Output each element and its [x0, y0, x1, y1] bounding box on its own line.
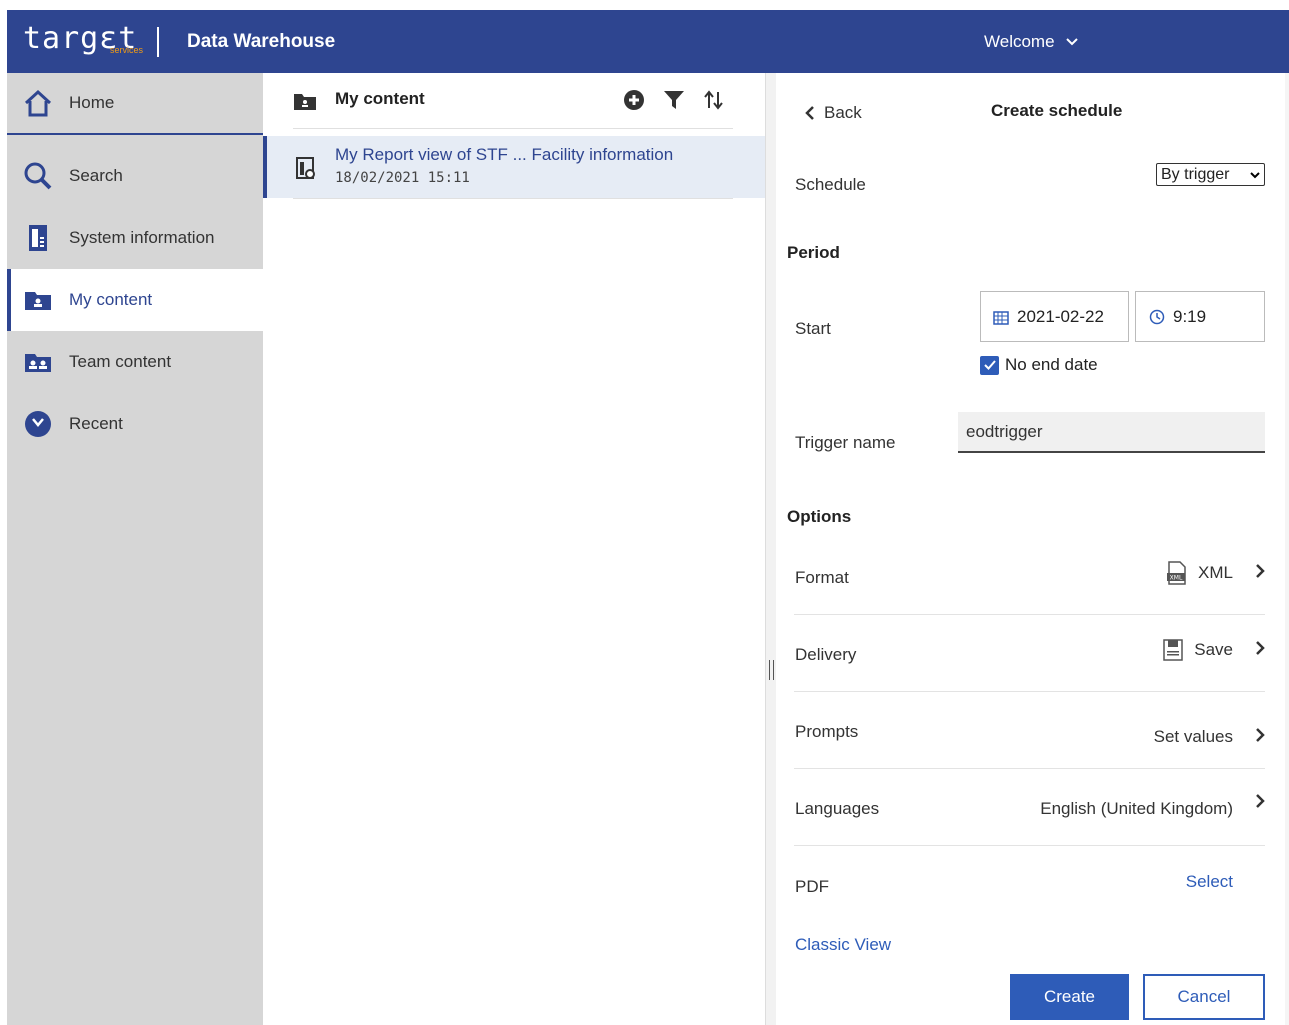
- list-item-date: 18/02/2021 15:11: [335, 170, 470, 186]
- folder-icon: [294, 94, 316, 110]
- splitter-grip[interactable]: [769, 660, 774, 680]
- period-heading: Period: [787, 243, 840, 262]
- list-item-name: My Report view of STF ... Facility infor…: [335, 145, 674, 164]
- calendar-icon: [993, 310, 1009, 325]
- start-time-value: 9:19: [1173, 306, 1207, 326]
- divider: [293, 198, 733, 199]
- chevron-right-icon: [1256, 564, 1265, 578]
- checkbox[interactable]: [980, 355, 999, 375]
- svg-text:XML: XML: [1170, 575, 1183, 582]
- panel-title: Create schedule: [991, 101, 1123, 120]
- sort-icon[interactable]: [703, 89, 725, 111]
- pane-splitter[interactable]: [765, 73, 776, 1025]
- delivery-value-label: Save: [1194, 640, 1233, 659]
- content-list-actions: [623, 89, 725, 111]
- no-end-date-label: No end date: [1005, 355, 1098, 374]
- recent-icon: [23, 409, 53, 439]
- schedule-select-value: By trigger: [1161, 165, 1230, 183]
- xml-file-icon: XML: [1167, 561, 1186, 585]
- classic-view-link[interactable]: Classic View: [795, 935, 891, 955]
- format-label: Format: [795, 568, 849, 587]
- trigger-name-label: Trigger name: [795, 433, 896, 452]
- format-option[interactable]: Format XML XML: [794, 538, 1265, 615]
- sidebar-item-recent[interactable]: Recent: [7, 393, 263, 455]
- add-icon[interactable]: [623, 89, 645, 111]
- languages-value: English (United Kingdom): [1040, 799, 1233, 818]
- save-icon: [1163, 639, 1183, 661]
- team-content-icon: [23, 347, 53, 377]
- logo-divider: [157, 27, 159, 57]
- content-list-title: My content: [335, 89, 425, 108]
- pdf-option: PDF Select: [794, 846, 1265, 923]
- chevron-right-icon: [1256, 728, 1265, 742]
- scrollbar[interactable]: [1285, 73, 1289, 1025]
- list-item[interactable]: My Report view of STF ... Facility infor…: [263, 136, 765, 198]
- logo-subtitle: services: [110, 45, 144, 55]
- back-label: Back: [824, 103, 862, 122]
- app-title: Data Warehouse: [187, 31, 336, 52]
- prompts-value: Set values: [1153, 727, 1233, 746]
- report-view-icon: [296, 157, 315, 179]
- app-window: targεt services Data Warehouse Welcome H…: [7, 10, 1289, 1025]
- sidebar-item-label: My content: [69, 290, 153, 309]
- sidebar-item-system-information[interactable]: System information: [7, 207, 263, 269]
- format-value: XML XML: [1166, 561, 1233, 585]
- chevron-down-icon: [1065, 38, 1078, 46]
- schedule-label: Schedule: [795, 175, 866, 194]
- welcome-menu[interactable]: Welcome: [984, 32, 1079, 52]
- prompts-option[interactable]: Prompts Set values: [794, 692, 1265, 769]
- no-end-date-checkbox[interactable]: No end date: [980, 355, 1098, 375]
- prompts-label: Prompts: [795, 722, 859, 741]
- start-label: Start: [795, 319, 831, 338]
- sidebar: Home Search System information My conten…: [7, 73, 263, 1025]
- home-icon: [23, 88, 53, 118]
- languages-option[interactable]: Languages English (United Kingdom): [794, 769, 1265, 846]
- pdf-label: PDF: [795, 877, 829, 896]
- start-date-field[interactable]: 2021-02-22: [980, 291, 1129, 342]
- create-schedule-panel: Back Create schedule Schedule By trigger…: [776, 73, 1289, 1025]
- languages-label: Languages: [795, 799, 880, 818]
- search-icon: [23, 161, 53, 191]
- options-heading: Options: [787, 507, 852, 526]
- start-time-field[interactable]: 9:19: [1135, 291, 1265, 342]
- delivery-value: Save: [1162, 638, 1233, 662]
- chevron-left-icon: [805, 106, 814, 120]
- sidebar-item-home[interactable]: Home: [7, 73, 263, 135]
- my-content-icon: [23, 285, 53, 315]
- system-info-icon: [23, 223, 53, 253]
- schedule-select[interactable]: By trigger: [1156, 163, 1265, 186]
- sidebar-item-label: Search: [69, 166, 123, 185]
- start-date-value: 2021-02-22: [1017, 306, 1104, 326]
- sidebar-item-my-content[interactable]: My content: [7, 269, 263, 331]
- content-list-pane: My content My Report view of STF ... Fac…: [263, 73, 765, 1025]
- clock-icon: [1149, 309, 1165, 324]
- sidebar-item-team-content[interactable]: Team content: [7, 331, 263, 393]
- filter-icon[interactable]: [663, 89, 685, 111]
- delivery-label: Delivery: [795, 645, 857, 664]
- cancel-button[interactable]: Cancel: [1143, 974, 1265, 1020]
- chevron-right-icon: [1256, 794, 1265, 808]
- welcome-label: Welcome: [984, 32, 1055, 51]
- sidebar-item-label: System information: [69, 228, 215, 247]
- pdf-select-link[interactable]: Select: [1186, 872, 1233, 892]
- sidebar-item-label: Recent: [69, 414, 123, 433]
- chevron-right-icon: [1256, 641, 1265, 655]
- format-value-label: XML: [1198, 563, 1233, 582]
- trigger-name-input[interactable]: eodtrigger: [958, 412, 1265, 453]
- sidebar-item-label: Team content: [69, 352, 172, 371]
- delivery-option[interactable]: Delivery Save: [794, 615, 1265, 692]
- content-list-header: My content: [293, 89, 733, 129]
- sidebar-item-label: Home: [69, 93, 115, 112]
- chevron-down-icon: [1250, 171, 1260, 178]
- sidebar-item-search[interactable]: Search: [7, 145, 263, 207]
- checkmark-icon: [983, 360, 996, 370]
- create-button[interactable]: Create: [1010, 974, 1129, 1020]
- top-header: targεt services Data Warehouse Welcome: [7, 10, 1289, 73]
- back-button[interactable]: Back: [804, 103, 862, 123]
